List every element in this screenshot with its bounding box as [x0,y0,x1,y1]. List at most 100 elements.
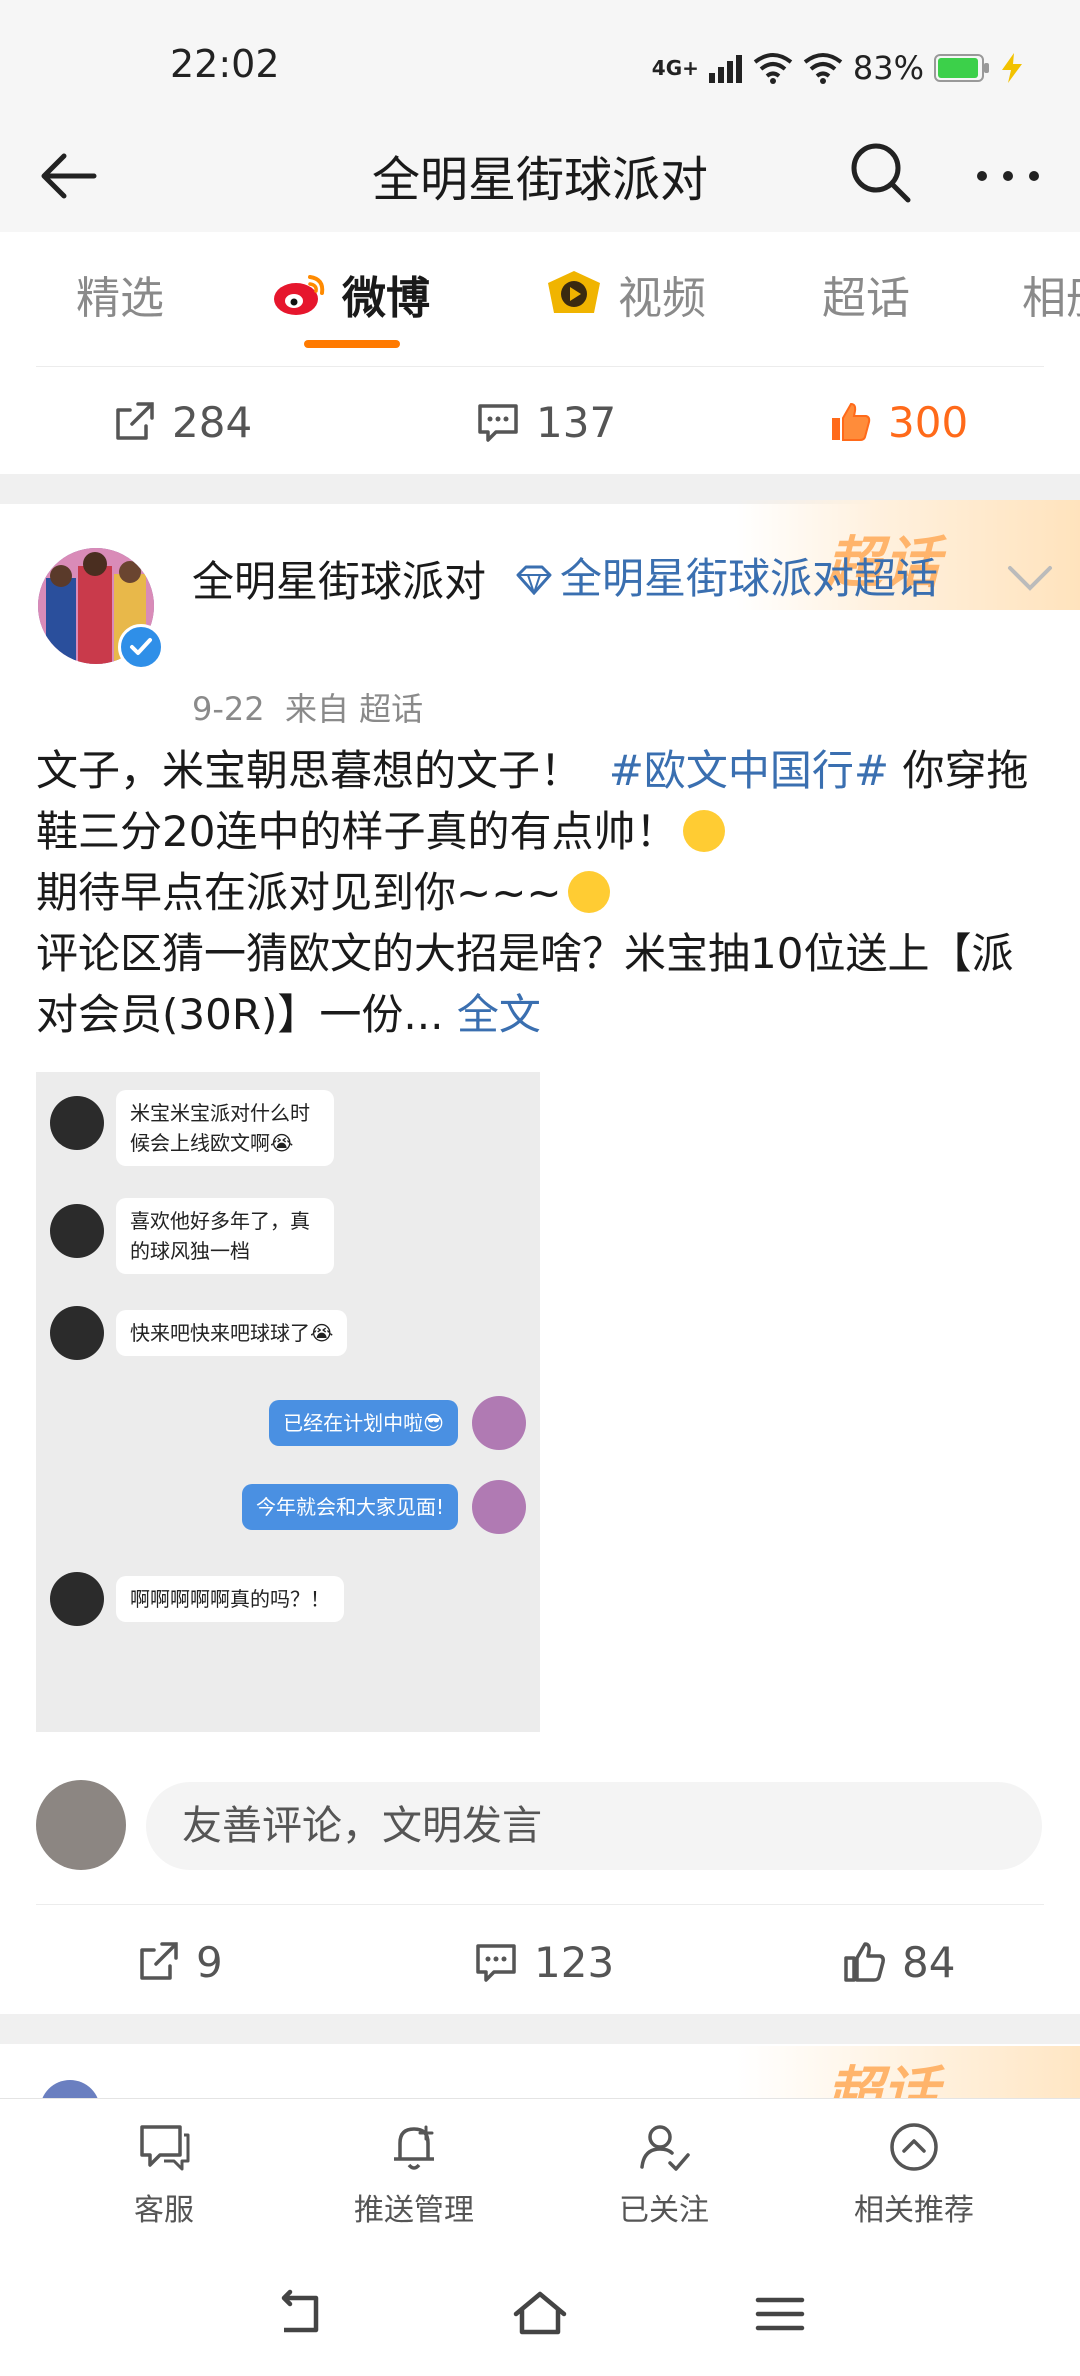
supertopic-diamond-icon [516,565,552,597]
like-button[interactable]: 300 [826,398,968,447]
prev-post-actions: 284 137 300 [0,372,1080,472]
next-post-supertopic-banner: 超话 [736,2046,1080,2100]
wifi-icon [753,53,793,84]
customer-service-button[interactable]: 客服 [64,2119,264,2229]
following-label: 已关注 [619,2193,709,2228]
divider [36,366,1044,367]
tab-album[interactable]: 相册 [1022,262,1080,326]
nav-home-icon[interactable] [510,2284,570,2344]
like-icon [844,1942,885,1982]
comment-input[interactable] [146,1782,1042,1870]
chevron-up-circle-icon [890,2123,938,2171]
customer-service-label: 客服 [134,2193,194,2228]
chat-bubble-icon [140,2125,190,2171]
tab-supertopic-label: 超话 [822,273,910,324]
tab-bar: 精选 微博 视频 超话 相册 [0,232,1080,362]
chevron-down-icon[interactable] [1004,562,1056,594]
push-settings-button[interactable]: 推送管理 [314,2119,514,2229]
comment-count: 123 [534,1937,615,1987]
chat-bubble: 快来吧快来吧球球了😭 [116,1310,348,1356]
user-check-icon [640,2125,690,2171]
chat-avatar [50,1306,104,1360]
page-title: 全明星街球派对 [371,152,708,208]
battery-percent: 83% [852,49,924,87]
my-avatar[interactable] [36,1780,126,1870]
post-date: 9-22 [192,690,265,728]
status-time: 22:02 [170,42,280,86]
post-source: 来自 超话 [284,690,424,728]
system-nav-bar [0,2248,1080,2376]
like-count: 300 [888,397,969,447]
chat-bubble: 已经在计划中啦😎 [269,1400,458,1446]
status-indicators: 4G+ 83% [652,46,1024,90]
push-settings-label: 推送管理 [354,2193,474,2228]
chat-avatar [50,1204,104,1258]
more-options-icon[interactable] [968,156,1048,196]
search-icon[interactable] [842,134,922,214]
battery-icon [934,54,989,82]
chat-bubble: 今年就会和大家见面! [241,1484,458,1530]
comment-button[interactable]: 137 [474,398,616,447]
chat-avatar [472,1480,526,1534]
signal-icon [708,55,742,83]
chat-bubble: 米宝米宝派对什么时候会上线欧文啊😭 [116,1090,334,1166]
tab-album-label: 相册 [1022,273,1080,324]
section-gap [0,2014,1080,2044]
post-body[interactable]: 文子，米宝朝思暮想的文子！ #欧文中国行# 你穿拖鞋三分20连中的样子真的有点帅… [36,740,1046,1045]
tab-weibo[interactable]: 微博 [272,262,430,326]
next-post-badge: 超话 [826,2061,938,2100]
post-meta: 9-22 来自 超话 [192,684,423,730]
chat-bubble: 喜欢他好多年了，真的球风独一档 [116,1198,334,1274]
repost-button[interactable]: 9 [134,1938,223,1987]
grin-emoji-icon [567,871,610,913]
tab-video[interactable]: 视频 [544,262,706,326]
chat-avatar [472,1396,526,1450]
tab-video-label: 视频 [618,273,706,324]
post-image[interactable]: 米宝米宝派对什么时候会上线欧文啊😭 喜欢他好多年了，真的球风独一档 快来吧快来吧… [36,1072,540,1732]
repost-count: 9 [196,1937,223,1987]
repost-button[interactable]: 284 [110,398,252,447]
back-arrow-icon[interactable] [32,138,108,214]
charging-icon [1002,53,1022,83]
following-button[interactable]: 已关注 [564,2119,764,2229]
comment-icon [476,1944,516,1982]
like-button[interactable]: 84 [840,1938,955,1987]
video-badge-icon [548,271,600,313]
nav-back-icon[interactable] [270,2284,330,2344]
network-label: 4G+ [651,56,699,80]
weibo-logo-icon [274,275,325,315]
repost-count: 284 [172,397,253,447]
status-bar: 22:02 4G+ 83% [0,0,1080,120]
active-tab-indicator [304,340,400,348]
tab-featured-label: 精选 [76,273,164,324]
bottom-toolbar: 客服 推送管理 已关注 相关推荐 [0,2098,1080,2249]
repost-icon [140,1942,178,1980]
shocked-emoji-icon [683,810,726,852]
post-text-2: 期待早点在派对见到你~~~ [36,868,562,917]
nav-menu-icon[interactable] [750,2284,810,2344]
nav-header: 全明星街球派对 [0,120,1080,233]
post-text-1: 文子，米宝朝思暮想的文子！ [36,746,583,795]
chat-avatar [50,1572,104,1626]
like-filled-icon [832,402,871,441]
comment-icon [478,404,518,442]
tab-supertopic[interactable]: 超话 [822,262,910,326]
comment-count: 137 [536,397,617,447]
wifi-icon-2 [803,53,843,84]
tab-weibo-label: 微博 [342,273,430,324]
tab-featured[interactable]: 精选 [76,262,164,326]
verified-badge-icon [118,624,164,670]
related-recommend-button[interactable]: 相关推荐 [814,2119,1014,2229]
repost-icon [116,402,154,440]
hashtag-link[interactable]: #欧文中国行# [609,746,889,795]
divider [36,1904,1044,1905]
post-author[interactable]: 全明星街球派对 [192,548,486,609]
chat-bubble: 啊啊啊啊啊真的吗？！ [116,1576,344,1622]
chat-avatar [50,1096,104,1150]
related-recommend-label: 相关推荐 [854,2193,974,2228]
comment-button[interactable]: 123 [472,1938,614,1987]
post-actions: 9 123 84 [0,1912,1080,2012]
read-more-link[interactable]: 全文 [457,990,541,1039]
supertopic-name: 全明星街球派对超话 [560,554,939,603]
bell-plus-icon [394,2125,434,2170]
